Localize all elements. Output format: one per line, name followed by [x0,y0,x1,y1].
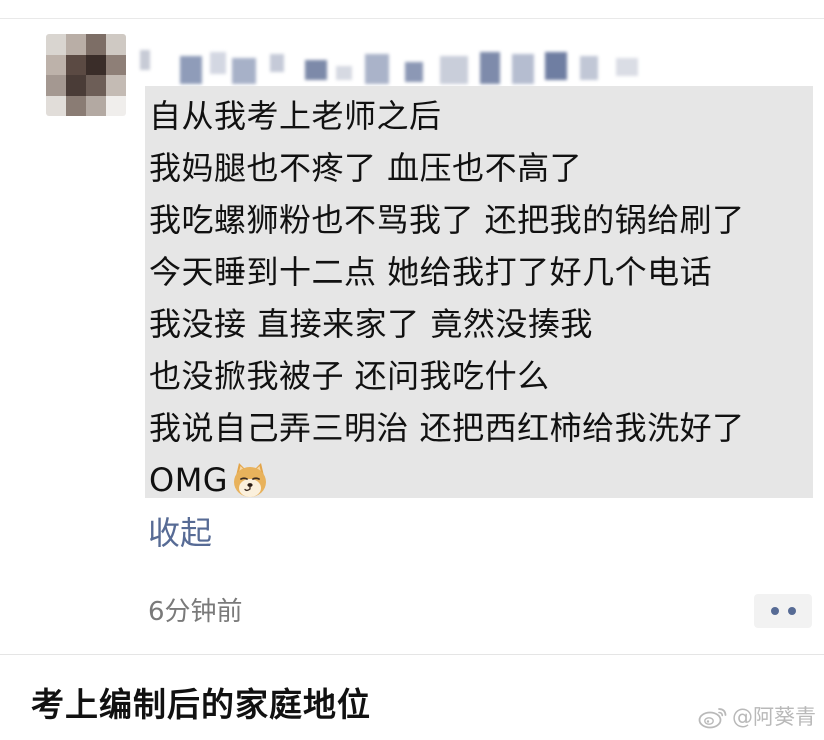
avatar[interactable] [46,34,126,116]
image-caption: 考上编制后的家庭地位 [31,685,371,724]
section-divider [0,654,824,655]
doge-icon [230,460,270,500]
post-line-omg: OMG [149,461,229,499]
post-line: 今天睡到十二点 她给我打了好几个电话 [149,253,713,291]
post-line: 我没接 直接来家了 竟然没揍我 [149,305,593,343]
more-dot-icon [770,607,779,615]
post-line: 自从我考上老师之后 [149,97,442,135]
top-divider [0,18,824,19]
post-line-last: OMG [149,454,809,506]
post-line: 我吃螺狮粉也不骂我了 还把我的锅给刷了 [149,201,745,239]
more-options-button[interactable] [754,594,812,628]
watermark-text: @阿葵青 [732,705,816,729]
weibo-icon [698,705,728,729]
username-blurred[interactable] [140,46,640,86]
watermark: @阿葵青 [698,703,816,731]
post-line: 我妈腿也不疼了 血压也不高了 [149,149,583,187]
post-timestamp: 6分钟前 [148,597,243,627]
post-content: 自从我考上老师之后 我妈腿也不疼了 血压也不高了 我吃螺狮粉也不骂我了 还把我的… [145,86,813,499]
collapse-link[interactable]: 收起 [148,509,212,557]
post-line: 也没掀我被子 还问我吃什么 [149,357,550,395]
more-dot-icon [787,607,796,615]
post-line: 我说自己弄三明治 还把西红柿给我洗好了 [149,409,745,447]
